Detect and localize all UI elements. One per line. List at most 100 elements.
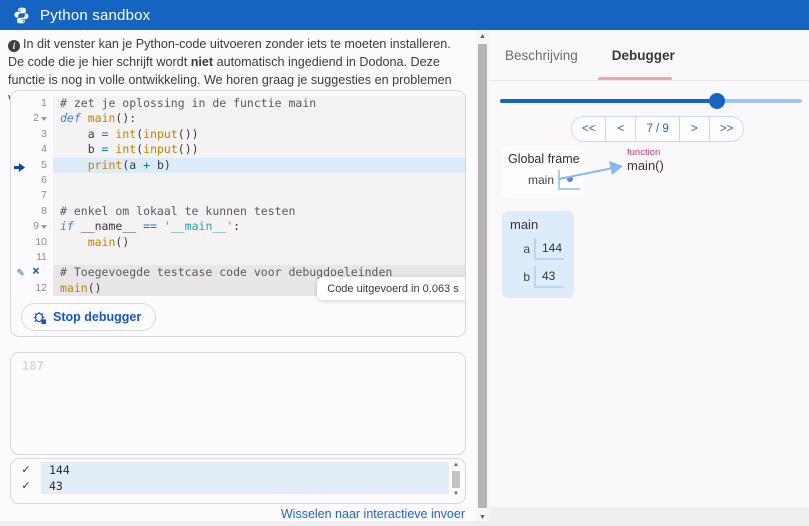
gutter-cell: 10 <box>11 235 53 250</box>
code-text: # enkel om lokaal te kunnen testen <box>53 204 465 219</box>
code-text: print(a + b) <box>53 158 465 173</box>
code-line: 9 if __name__ == '__main__': <box>11 219 465 234</box>
scroll-up-icon[interactable]: ▲ <box>450 461 462 469</box>
step-navigation: << < 7 / 9 > >> <box>571 116 744 142</box>
code-line: 11 <box>11 250 465 265</box>
code-text: def main(): <box>53 111 465 126</box>
output-value: 43 <box>41 478 449 494</box>
switch-interactive-input-link[interactable]: Wisselen naar interactieve invoer <box>281 507 465 521</box>
variable-value: 43 <box>534 266 564 288</box>
code-text <box>53 188 465 203</box>
line-number: 12 <box>35 281 47 296</box>
line-number: 4 <box>41 142 47 157</box>
line-number: 5 <box>41 158 47 173</box>
line-number: 11 <box>36 250 47 265</box>
output-rows: ✓144✓43 <box>11 462 449 494</box>
tab-debugger[interactable]: Debugger <box>612 48 675 73</box>
step-counter: 7 / 9 <box>636 117 679 141</box>
code-line: 6 <box>11 173 465 188</box>
output-area: ✓144✓43 ▲ ▼ <box>10 458 466 504</box>
line-number: 8 <box>41 204 47 219</box>
gutter-cell: ✎× <box>11 265 53 280</box>
code-line: 8 # enkel om lokaal te kunnen testen <box>11 204 465 219</box>
check-icon: ✓ <box>11 462 41 478</box>
bug-icon <box>32 310 47 325</box>
code-line: 5 print(a + b) <box>11 158 465 173</box>
code-line: 4 b = int(input()) <box>11 142 465 157</box>
frame-variables: a 144 b 43 <box>510 238 566 288</box>
tab-divider <box>489 80 809 81</box>
code-line: 1 # zet je oplossing in de functie main <box>11 96 465 111</box>
gutter-cell: 9 <box>11 219 53 234</box>
slider-fill <box>500 99 717 103</box>
gutter-cell: 7 <box>11 188 53 203</box>
tab-bar: Beschrijving Debugger <box>489 48 809 73</box>
code-text: b = int(input()) <box>53 142 465 157</box>
batch-input-area[interactable]: 187 <box>10 352 466 455</box>
pencil-icon[interactable]: ✎ <box>17 265 24 280</box>
output-row: ✓144 <box>11 462 449 478</box>
batch-input-faint-text: 187 <box>22 359 44 373</box>
code-text: a = int(input()) <box>53 127 465 142</box>
info-icon: i <box>8 40 20 52</box>
gutter-cell: 6 <box>11 173 53 188</box>
code-text: if __name__ == '__main__': <box>53 219 465 234</box>
right-panel: Beschrijving Debugger << < 7 / 9 > >> Gl… <box>489 30 809 526</box>
gutter-cell: 12 <box>11 281 53 296</box>
stop-debugger-button[interactable]: Stop debugger <box>21 303 156 331</box>
slider-thumb[interactable] <box>709 93 725 109</box>
scrollbar-thumb[interactable] <box>452 471 460 488</box>
function-name-label: main() <box>627 158 664 173</box>
line-number: 3 <box>41 127 47 142</box>
frame-variable-row: a 144 <box>510 238 566 260</box>
first-step-button[interactable]: << <box>572 117 606 141</box>
step-slider[interactable] <box>500 93 802 109</box>
gutter-cell: 3 <box>11 127 53 142</box>
code-text: # zet je oplossing in de functie main <box>53 96 465 111</box>
app-header: Python sandbox <box>0 0 809 30</box>
gutter-cell: 8 <box>11 204 53 219</box>
code-text <box>53 250 465 265</box>
scrollbar-thumb[interactable] <box>478 44 487 508</box>
bottom-strip <box>0 521 809 526</box>
gutter-cell: 11 <box>11 250 53 265</box>
last-step-button[interactable]: >> <box>710 117 743 141</box>
code-line: 3 a = int(input()) <box>11 127 465 142</box>
line-number: 7 <box>41 188 47 203</box>
code-line: 7 <box>11 188 465 203</box>
pointer-arrow <box>551 158 631 186</box>
main-frame-box: main a144b43 <box>502 211 574 298</box>
left-panel-scrollbar[interactable]: ▲ ▼ <box>476 30 489 526</box>
code-line: 2 def main(): <box>11 111 465 126</box>
output-row: ✓43 <box>11 478 449 494</box>
frame-variable-row: b 43 <box>510 266 566 288</box>
execution-toast: Code uitgevoerd in 0.063 s <box>317 277 466 300</box>
gutter-cell: 4 <box>11 142 53 157</box>
code-lines: 1 # zet je oplossing in de functie main 2d… <box>11 96 465 296</box>
variable-name: b <box>510 270 530 284</box>
scroll-down-icon[interactable]: ▼ <box>450 490 462 498</box>
variable-value: 144 <box>534 238 564 260</box>
previous-step-button[interactable]: < <box>606 117 636 141</box>
info-text-bold: niet <box>191 55 213 69</box>
line-number: 1 <box>41 96 47 111</box>
function-type-label: function <box>627 147 660 158</box>
fold-caret-icon[interactable] <box>41 117 47 121</box>
check-icon: ✓ <box>11 478 41 494</box>
line-number: 2 <box>33 111 39 126</box>
scroll-up-icon[interactable]: ▲ <box>476 30 489 43</box>
tab-beschrijving[interactable]: Beschrijving <box>505 48 578 73</box>
output-scrollbar[interactable]: ▲ ▼ <box>450 461 462 502</box>
code-text <box>53 173 465 188</box>
close-icon[interactable]: × <box>32 264 40 279</box>
line-number: 9 <box>33 219 39 234</box>
page-title: Python sandbox <box>40 7 150 24</box>
output-value: 144 <box>41 462 449 478</box>
next-step-button[interactable]: > <box>680 117 710 141</box>
code-editor[interactable]: 1 # zet je oplossing in de functie main 2d… <box>10 90 466 337</box>
fold-caret-icon[interactable] <box>41 225 47 229</box>
left-panel: iIn dit venster kan je Python-code uitvo… <box>0 30 476 526</box>
line-number: 6 <box>41 173 47 188</box>
variable-name: a <box>510 242 530 256</box>
python-logo-icon <box>12 6 31 25</box>
